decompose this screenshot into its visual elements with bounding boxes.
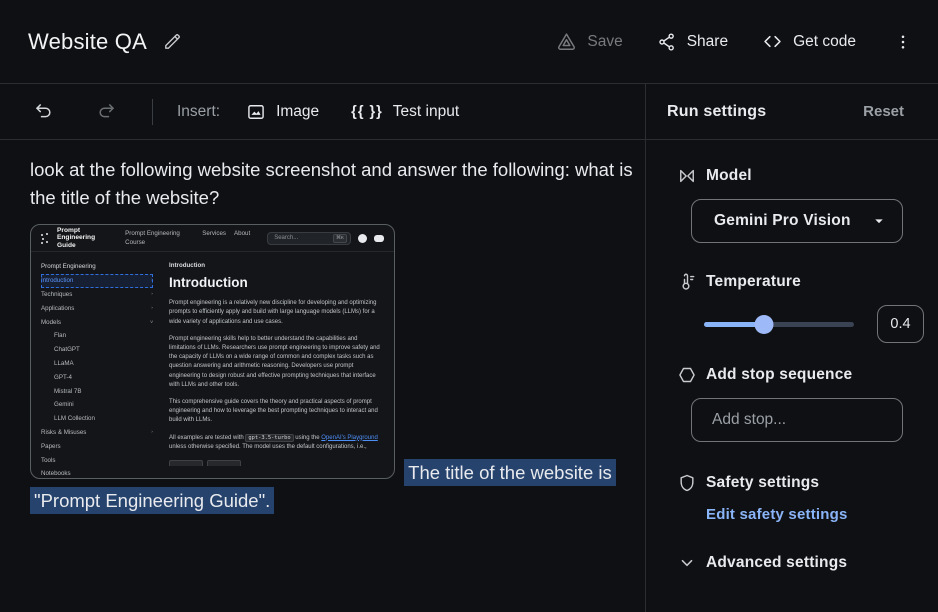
model-select[interactable]: Gemini Pro Vision [691, 199, 903, 243]
mini-sidebar-item-applications: Applications› [41, 301, 153, 315]
top-header: Website QA Save [0, 0, 938, 84]
mini-sidebar-item-risks: Risks & Misuses› [41, 426, 153, 440]
editor-toolbar: Insert: Image {{ }} Test input [0, 84, 645, 140]
save-button[interactable]: Save [556, 31, 622, 52]
stop-sequence-control [691, 398, 903, 473]
mini-site-logo-icon [41, 233, 50, 244]
braces-icon: {{ }} [351, 104, 383, 120]
slider-thumb[interactable] [755, 315, 774, 334]
mini-search-input: Search... ⌘K [267, 232, 351, 245]
mini-site-nav: Prompt Engineering Course Services About [125, 229, 250, 247]
embedded-website-screenshot[interactable]: Prompt Engineering Guide Prompt Engineer… [30, 224, 395, 479]
edit-title-button[interactable] [163, 32, 182, 51]
reset-button[interactable]: Reset [863, 103, 904, 120]
stop-sequence-label: Add stop sequence [706, 366, 852, 384]
mini-site-body: Prompt Engineering Introduction› Techniq… [31, 252, 394, 479]
run-settings-panel: Model Gemini Pro Vision Temperature [645, 140, 938, 612]
model-icon [677, 166, 697, 186]
run-settings-header: Run settings Reset [645, 84, 938, 140]
undo-button[interactable] [30, 98, 58, 126]
share-icon [657, 32, 677, 52]
insert-test-input-button[interactable]: {{ }} Test input [351, 103, 459, 121]
prompt-editor[interactable]: look at the following website screenshot… [0, 140, 645, 612]
mini-paragraph-2: Prompt engineering skills help to better… [169, 335, 382, 390]
mini-sidebar-item-papers: Papers [41, 439, 153, 453]
mini-sidebar-item-gemini: Gemini [41, 398, 153, 412]
temperature-control: 0.4 [704, 305, 924, 343]
mini-sidebar-item-models: Modelsv [41, 315, 153, 329]
stop-hexagon-icon [677, 365, 697, 385]
toolbar-divider [152, 99, 153, 125]
mini-search-shortcut: ⌘K [333, 234, 347, 243]
temperature-slider[interactable] [704, 314, 854, 334]
model-row: Model [646, 166, 938, 186]
pencil-icon [163, 32, 182, 51]
mini-sidebar-item-llama: LLaMA [41, 357, 153, 371]
model-label: Model [706, 167, 752, 185]
mini-playground-link: OpenAI's Playground [321, 435, 378, 441]
mini-nav-about: About [234, 229, 250, 247]
page-title: Website QA [28, 29, 147, 55]
mini-paragraph-1: Prompt engineering is a relatively new d… [169, 299, 382, 327]
mini-sidebar-item-flan: Flan [41, 329, 153, 343]
mini-code-chip: gpt-3.5-turbo [245, 434, 293, 442]
mini-sidebar-item-llm-collection: LLM Collection [41, 412, 153, 426]
model-select-value: Gemini Pro Vision [714, 212, 851, 230]
temperature-row: Temperature [646, 272, 938, 292]
image-icon [246, 102, 266, 122]
mini-sidebar-section: Prompt Engineering [41, 260, 153, 274]
mini-breadcrumb: Introduction [169, 261, 382, 270]
mini-nav-services: Services [202, 229, 226, 247]
share-button[interactable]: Share [657, 32, 728, 52]
more-options-button[interactable] [890, 33, 916, 51]
mini-sidebar-item-notebooks: Notebooks [41, 467, 153, 479]
header-actions: Save Share Get code [556, 31, 916, 52]
dropdown-caret-icon [870, 212, 888, 230]
insert-image-button[interactable]: Image [246, 102, 319, 122]
mini-site-sidebar: Prompt Engineering Introduction› Techniq… [31, 252, 159, 479]
prompt-text: look at the following website screenshot… [30, 156, 642, 515]
advanced-settings-row[interactable]: Advanced settings [646, 553, 938, 573]
advanced-settings-label: Advanced settings [706, 554, 847, 572]
shield-icon [677, 473, 697, 493]
mini-nav-course: Prompt Engineering Course [125, 229, 194, 247]
mini-sidebar-item-gpt4: GPT-4 [41, 370, 153, 384]
safety-settings-row: Safety settings [646, 473, 938, 493]
thermometer-icon [677, 272, 697, 292]
mini-paragraph-3: This comprehensive guide covers the theo… [169, 398, 382, 426]
safety-settings-label: Safety settings [706, 474, 819, 492]
mini-paragraph-4: All examples are tested with gpt-3.5-tur… [169, 434, 382, 452]
stop-sequence-input[interactable] [691, 398, 903, 442]
chevron-down-icon [677, 553, 697, 573]
redo-button[interactable] [92, 98, 120, 126]
temperature-label: Temperature [706, 273, 801, 291]
mini-sidebar-item-techniques: Techniques› [41, 288, 153, 302]
run-settings-title: Run settings [667, 103, 766, 121]
redo-icon [96, 102, 116, 122]
get-code-button[interactable]: Get code [762, 31, 856, 52]
undo-icon [34, 102, 54, 122]
temperature-value[interactable]: 0.4 [877, 305, 924, 343]
mini-sidebar-item-mistral: Mistral 7B [41, 384, 153, 398]
mini-cutoff-chips [169, 460, 382, 466]
mini-site-title: Prompt Engineering Guide [57, 227, 106, 250]
github-icon [358, 234, 367, 243]
drive-save-icon [556, 31, 577, 52]
kebab-menu-icon [894, 33, 912, 51]
mini-sidebar-item-introduction: Introduction› [41, 274, 153, 288]
insert-label: Insert: [177, 103, 220, 121]
mini-site-content: Introduction Introduction Prompt enginee… [159, 252, 394, 479]
code-icon [762, 31, 783, 52]
app-window: Website QA Save [0, 0, 938, 612]
mini-site-header: Prompt Engineering Guide Prompt Engineer… [31, 225, 394, 252]
mini-sidebar-item-chatgpt: ChatGPT [41, 343, 153, 357]
prompt-question: look at the following website screenshot… [30, 159, 633, 208]
mini-heading: Introduction [169, 276, 382, 290]
stop-sequence-row: Add stop sequence [646, 365, 938, 385]
mini-sidebar-item-tools: Tools [41, 453, 153, 467]
discord-icon [374, 235, 384, 242]
edit-safety-settings-link[interactable]: Edit safety settings [706, 506, 848, 523]
